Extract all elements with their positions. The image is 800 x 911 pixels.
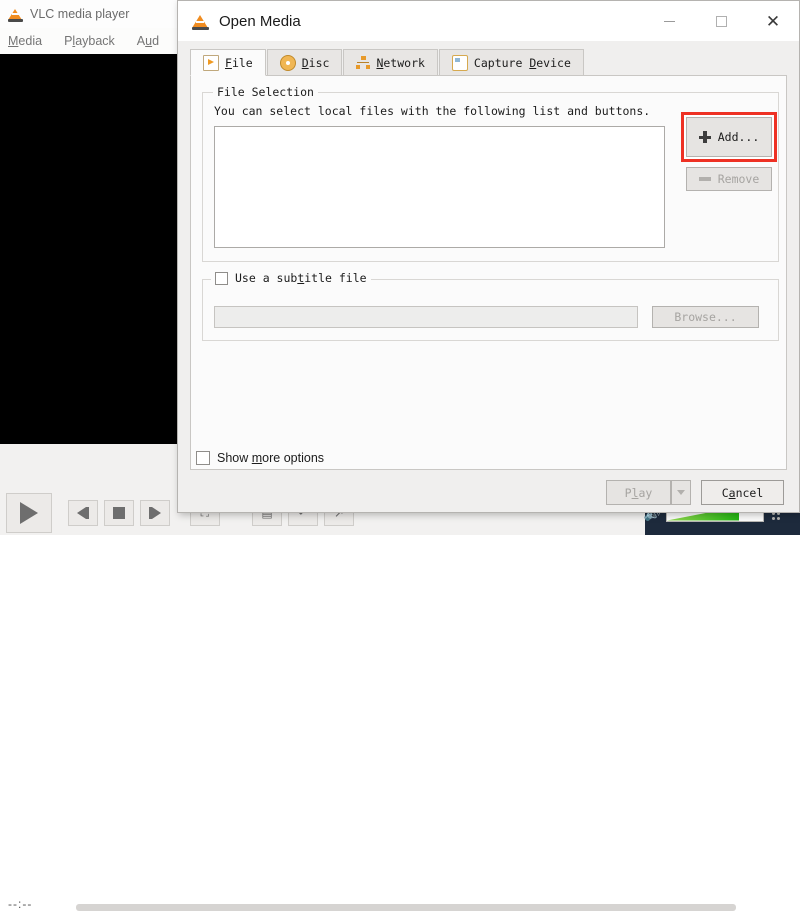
maximize-button[interactable]: [695, 1, 747, 41]
add-button-label: Add...: [717, 130, 760, 144]
stop-button[interactable]: [104, 499, 134, 526]
plus-icon: [698, 131, 711, 143]
file-list[interactable]: [214, 126, 665, 248]
checkbox-box: [215, 271, 228, 285]
capture-device-icon: [451, 54, 468, 71]
previous-track-icon: [77, 506, 86, 519]
remove-button-label: Remove: [717, 172, 760, 186]
dialog-title: Open Media: [219, 12, 301, 30]
browse-button-label: Browse...: [674, 310, 737, 324]
tab-network-label: Network: [376, 55, 425, 70]
subtitle-path-input[interactable]: [214, 306, 638, 328]
play-button-label: Play: [624, 485, 653, 500]
tab-disc-label: Disc: [301, 55, 330, 70]
file-selection-group: File Selection You can select local file…: [202, 85, 779, 262]
vlc-window-title: VLC media player: [30, 7, 130, 21]
file-icon: [203, 54, 219, 71]
footer-buttons: Play Cancel: [606, 480, 784, 505]
file-selection-group-label: File Selection: [213, 85, 318, 99]
close-icon: ✕: [765, 11, 781, 31]
stop-icon: [113, 506, 125, 519]
show-more-options-label: Show more options: [217, 451, 325, 465]
vlc-cone-icon: [8, 7, 23, 22]
network-icon: [356, 55, 371, 70]
tab-disc[interactable]: Disc: [266, 49, 343, 75]
subtitle-group: Use a subtitle file Browse...: [202, 271, 779, 341]
play-button[interactable]: [6, 492, 52, 533]
minimize-button[interactable]: [643, 1, 695, 41]
close-button[interactable]: ✕: [747, 1, 799, 41]
use-subtitle-checkbox[interactable]: Use a subtitle file: [211, 271, 371, 285]
menu-item-playback[interactable]: Playback: [64, 34, 115, 48]
play-dialog-button[interactable]: Play: [606, 480, 671, 505]
play-icon: [20, 501, 38, 524]
open-media-dialog: Open Media ✕ File Disc Network Capture D…: [177, 0, 800, 513]
minimize-icon: [663, 20, 675, 22]
next-track-icon: [152, 506, 161, 519]
menu-item-audio[interactable]: Aud: [137, 34, 159, 48]
file-selection-hint: You can select local files with the foll…: [214, 104, 651, 118]
use-subtitle-label: Use a subtitle file: [235, 271, 367, 285]
previous-track-button[interactable]: [68, 499, 98, 526]
vlc-seek-slider[interactable]: [76, 904, 736, 911]
next-track-button[interactable]: [140, 499, 170, 526]
window-controls: ✕: [643, 1, 799, 41]
chevron-down-icon: [677, 490, 685, 495]
add-button[interactable]: Add...: [686, 117, 772, 157]
menu-item-media[interactable]: Media: [8, 34, 42, 48]
tab-file[interactable]: File: [190, 49, 266, 76]
dialog-footer: Show more options Play Cancel: [178, 440, 799, 512]
tab-file-label: File: [225, 55, 253, 70]
disc-icon: [279, 54, 296, 71]
maximize-icon: [715, 15, 727, 27]
show-more-options-checkbox[interactable]: Show more options: [196, 451, 324, 465]
dialog-titlebar: Open Media ✕: [178, 1, 799, 41]
tab-capture-device-label: Capture Device: [473, 55, 571, 70]
cancel-button-label: Cancel: [721, 485, 764, 500]
tab-page-file: File Selection You can select local file…: [190, 76, 787, 470]
tab-capture-device[interactable]: Capture Device: [438, 49, 584, 75]
tab-network[interactable]: Network: [343, 49, 438, 75]
cancel-button[interactable]: Cancel: [701, 480, 784, 505]
checkbox-box: [196, 451, 210, 465]
dialog-tabstrip: File Disc Network Capture Device: [190, 48, 787, 76]
browse-button[interactable]: Browse...: [652, 306, 759, 328]
minus-icon: [698, 177, 711, 181]
remove-button[interactable]: Remove: [686, 167, 772, 191]
play-dropdown-button[interactable]: [671, 480, 691, 505]
vlc-cone-icon: [192, 13, 209, 30]
vlc-time-elapsed: --:--: [8, 897, 33, 911]
